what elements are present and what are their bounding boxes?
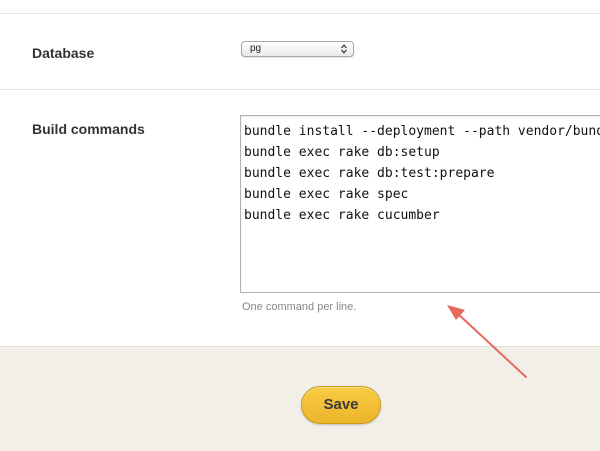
build-commands-textarea[interactable]: bundle install --deployment --path vendo… xyxy=(240,115,600,293)
command-line: bundle exec rake spec xyxy=(244,187,409,202)
section-divider xyxy=(0,89,600,90)
form-footer xyxy=(0,346,600,451)
command-line: bundle exec rake cucumber xyxy=(244,208,440,223)
command-line: bundle install --deployment --path vendo… xyxy=(244,124,600,139)
build-commands-hint: One command per line. xyxy=(242,301,357,313)
save-button[interactable]: Save xyxy=(301,386,381,424)
database-select[interactable]: pg xyxy=(241,41,354,57)
command-line: bundle exec rake db:setup xyxy=(244,145,440,160)
database-select-value: pg xyxy=(250,43,262,54)
up-down-chevron-icon xyxy=(341,44,347,54)
build-commands-label: Build commands xyxy=(32,121,145,137)
command-line: bundle exec rake db:test:prepare xyxy=(244,166,495,181)
database-label: Database xyxy=(32,45,95,61)
section-divider-top xyxy=(0,13,600,14)
